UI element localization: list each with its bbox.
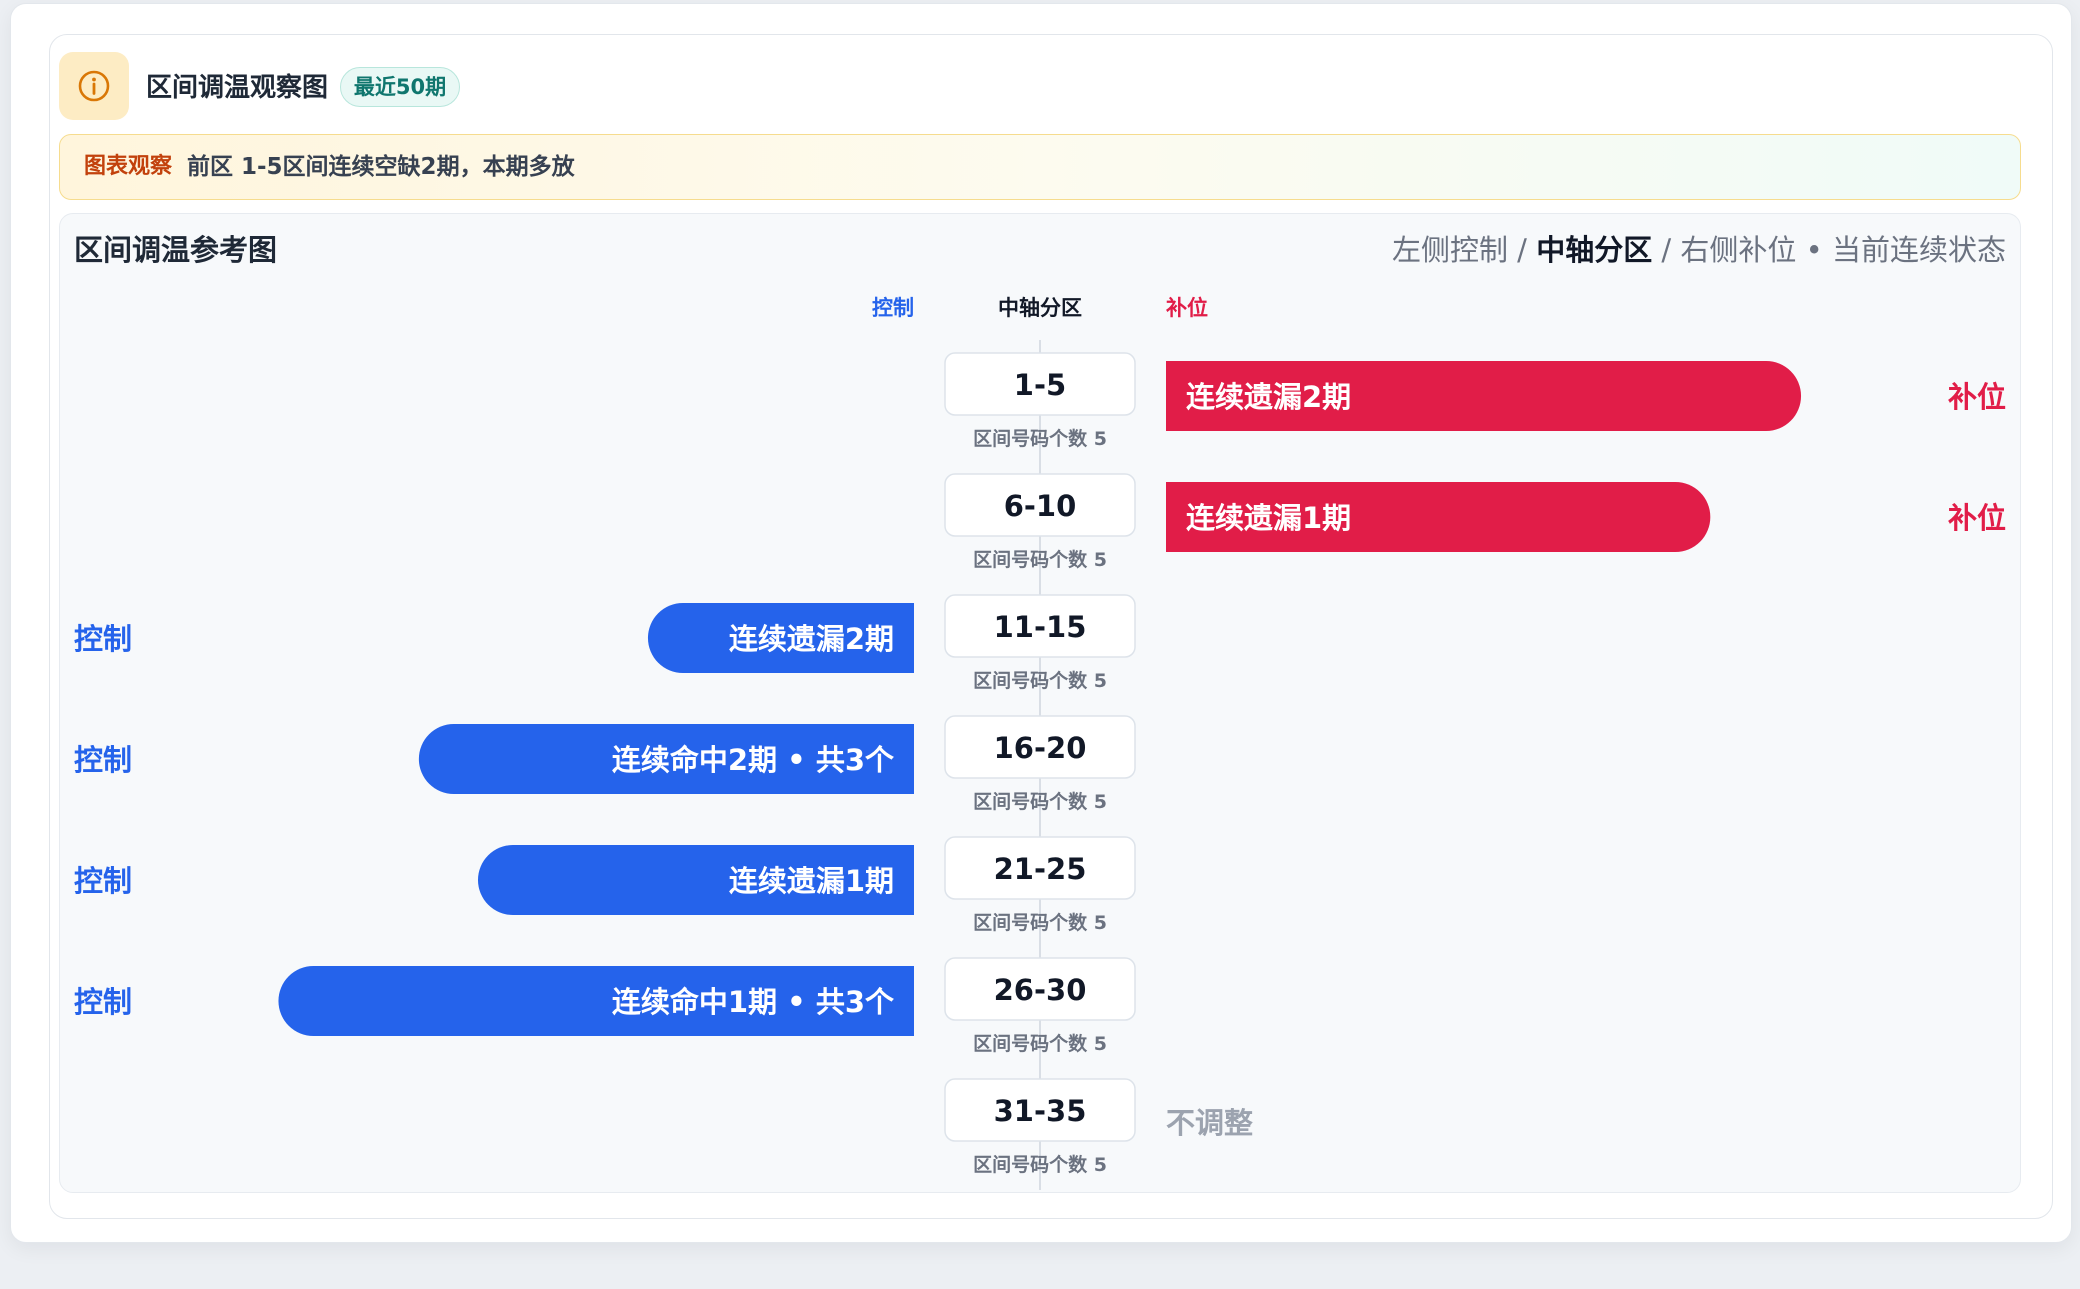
- bar-label: 连续遗漏2期: [729, 622, 894, 656]
- axis-category-label: 16-20: [994, 731, 1087, 765]
- fill-tag: 补位: [1948, 501, 2006, 535]
- axis-category-label: 1-5: [1014, 368, 1066, 402]
- control-tag: 控制: [74, 985, 132, 1019]
- column-header-control: 控制: [872, 296, 914, 320]
- axis-category-label: 31-35: [994, 1094, 1087, 1128]
- chart-rows: 1-5区间号码个数 5连续遗漏2期 补位6-10区间号码个数 5连续遗漏1期 补位1…: [74, 352, 2006, 1176]
- axis-sub-label: 区间号码个数 5: [973, 1153, 1107, 1176]
- axis-category-label: 6-10: [1004, 489, 1077, 523]
- axis-sub-label: 区间号码个数 5: [973, 790, 1107, 813]
- column-header-fill: 补位: [1165, 296, 1208, 320]
- axis-sub-label: 区间号码个数 5: [973, 427, 1107, 450]
- control-tag: 控制: [74, 622, 132, 656]
- bar-label: 连续命中1期 • 共3个: [612, 985, 895, 1019]
- neutral-label: 不调整: [1166, 1106, 1253, 1140]
- axis-sub-label: 区间号码个数 5: [973, 911, 1107, 934]
- axis-sub-label: 区间号码个数 5: [973, 1032, 1107, 1055]
- axis-category-label: 21-25: [994, 852, 1087, 886]
- axis-sub-label: 区间号码个数 5: [973, 548, 1107, 571]
- control-tag: 控制: [74, 864, 132, 898]
- interval-chart: 1-5区间号码个数 5连续遗漏2期 补位6-10区间号码个数 5连续遗漏1期 补位1…: [74, 296, 2006, 1190]
- axis-category-label: 11-15: [994, 610, 1087, 644]
- axis-sub-label: 区间号码个数 5: [973, 669, 1107, 692]
- bar-label: 连续遗漏2期: [1186, 380, 1351, 414]
- axis-category-label: 26-30: [994, 973, 1087, 1007]
- control-tag: 控制: [74, 743, 132, 777]
- fill-tag: 补位: [1948, 380, 2006, 414]
- bar-label: 连续遗漏1期: [729, 864, 894, 898]
- bar-label: 连续命中2期 • 共3个: [612, 743, 895, 777]
- bar-label: 连续遗漏1期: [1186, 501, 1351, 535]
- column-header-axis: 中轴分区: [998, 296, 1082, 320]
